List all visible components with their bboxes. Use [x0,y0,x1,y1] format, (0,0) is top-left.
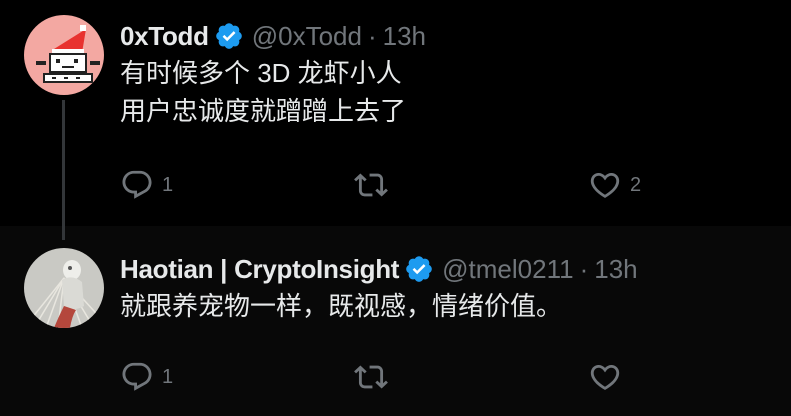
tweet-text-line-1: 就跟养宠物一样，既视感，情绪价值。 [120,291,563,321]
retweet-button[interactable] [354,165,396,205]
tweet-actions: 1 [120,357,680,397]
like-button[interactable]: 2 [588,165,641,205]
timestamp[interactable]: 13h [594,254,637,285]
reply-count: 1 [162,365,174,388]
separator: · [579,253,589,284]
author-name[interactable]: 0xTodd [120,21,209,52]
like-button[interactable] [588,357,630,397]
timestamp[interactable]: 13h [383,21,426,52]
verified-badge-icon[interactable] [214,21,244,51]
reply-icon [122,362,152,391]
reply-button[interactable]: 1 [120,165,173,205]
author-handle[interactable]: @tmel0211 [442,254,573,285]
tweet-haotian[interactable]: Haotian | CryptoInsight @tmel0211 · 13h … [0,226,791,416]
author-name[interactable]: Haotian | CryptoInsight [120,254,399,285]
verified-badge-icon[interactable] [404,254,434,284]
like-count: 2 [630,173,642,196]
thread-connector-line [62,100,65,240]
retweet-button[interactable] [354,357,396,397]
tweet-actions: 1 2 [120,165,680,205]
tweet-text-line-1: 有时候多个 3D 龙虾小人 [120,58,402,88]
reply-icon [122,170,152,199]
separator: · [367,20,377,51]
reply-count: 1 [162,173,174,196]
retweet-icon [354,365,388,389]
author-handle[interactable]: @0xTodd [252,21,362,52]
retweet-icon [354,173,388,197]
reply-button[interactable]: 1 [120,357,173,397]
avatar-haotian[interactable] [24,248,104,328]
avatar-0xtodd[interactable] [24,15,104,95]
tweet-0xtodd[interactable]: 0xTodd @0xTodd · 13h 有时候多个 3D 龙虾小人 用户忠诚度… [0,0,791,226]
heart-icon [590,364,620,390]
heart-icon [590,172,620,198]
tweet-text-line-2: 用户忠诚度就蹭蹭上去了 [120,96,407,126]
